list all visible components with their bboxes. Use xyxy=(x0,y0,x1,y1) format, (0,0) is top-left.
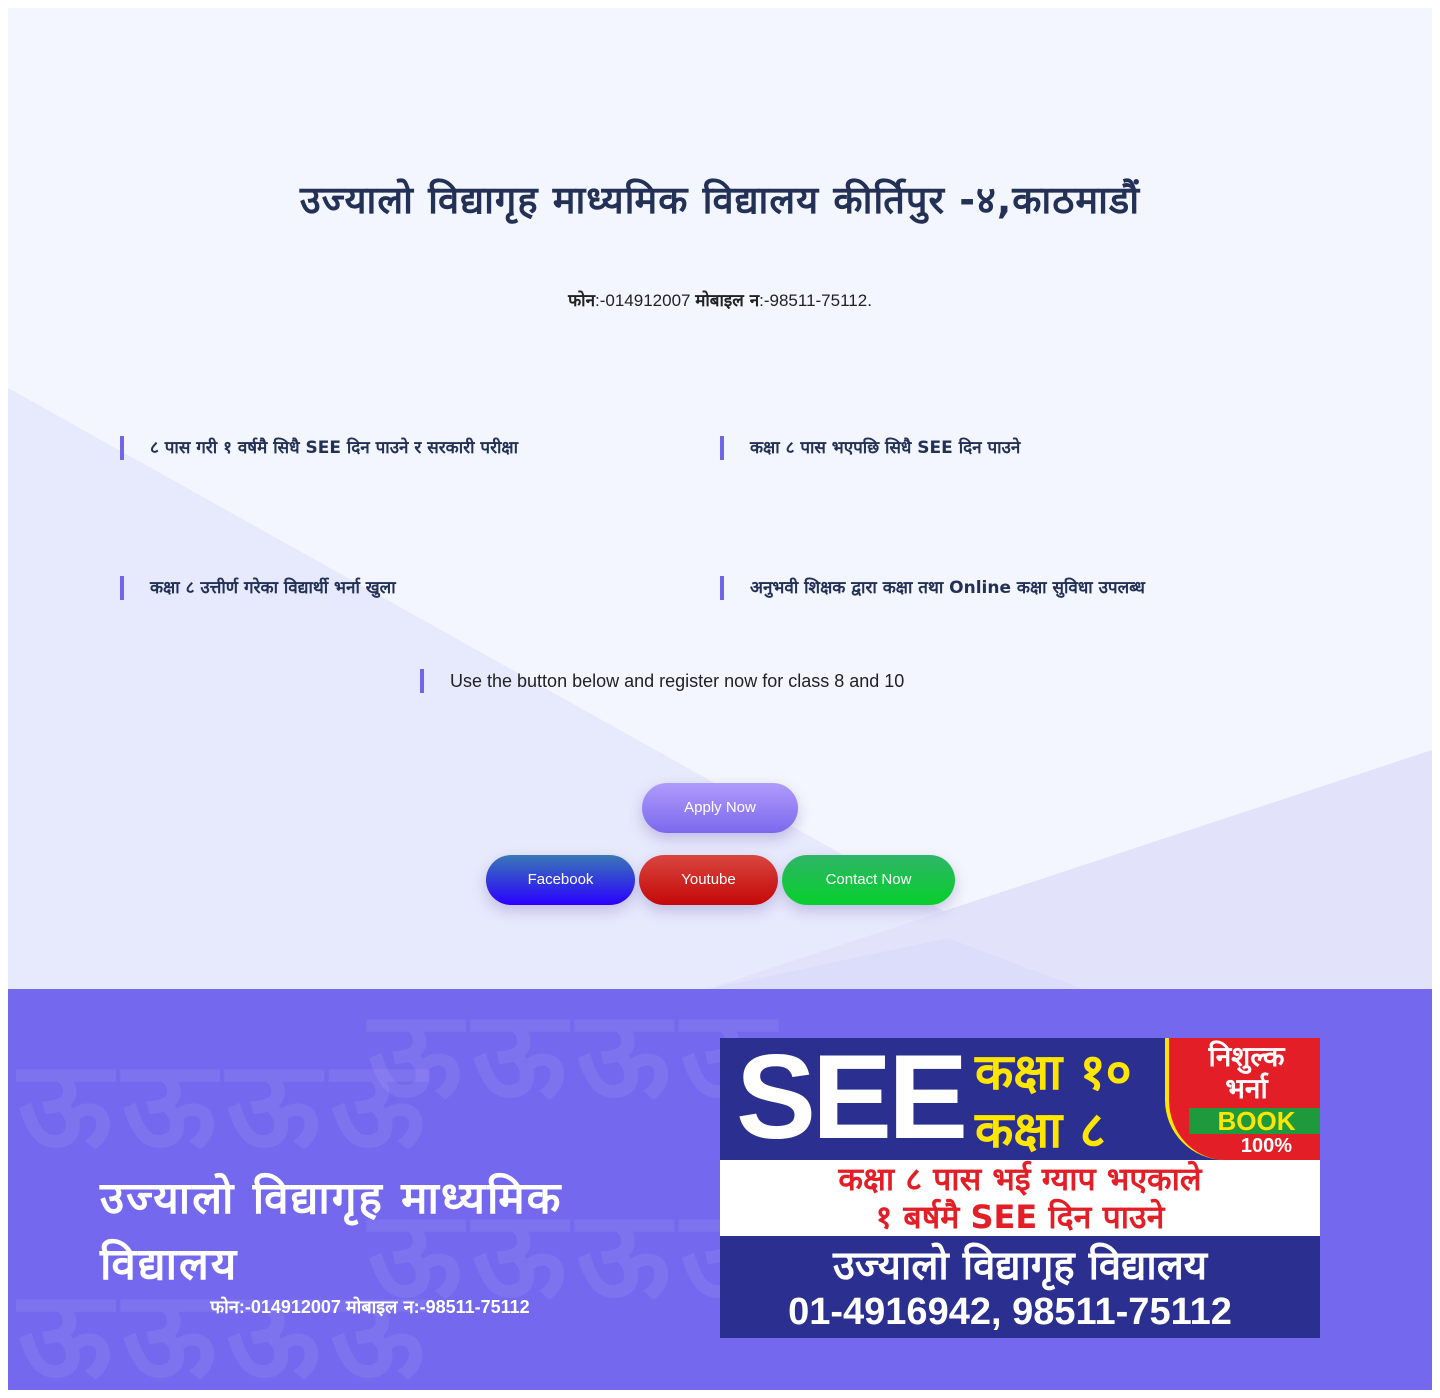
hero-background-shapes xyxy=(8,388,1432,989)
page: उज्यालो विद्यागृह माध्यमिक विद्यालय कीर्… xyxy=(8,8,1432,1390)
banner-free-admission-badge: निशुल्क भर्ना BOOK 100% xyxy=(1165,1038,1320,1160)
phone-number: :-014912007 xyxy=(238,1297,346,1317)
contact-now-button[interactable]: Contact Now xyxy=(782,855,955,905)
banner-see-text: SEE xyxy=(736,1038,968,1164)
hero-title: उज्यालो विद्यागृह माध्यमिक विद्यालय कीर्… xyxy=(299,178,1141,223)
hero-section: उज्यालो विद्यागृह माध्यमिक विद्यालय कीर्… xyxy=(8,8,1432,989)
mobile-label: मोबाइल न xyxy=(695,291,760,311)
mobile-number: :-98511-75112. xyxy=(759,291,872,310)
feature-item: ८ पास गरी १ वर्षमै सिधै SEE दिन पाउने र … xyxy=(120,436,650,460)
phone-label: फोन xyxy=(210,1297,239,1318)
banner-line1: कक्षा ८ पास भई ग्याप भएकाले xyxy=(838,1160,1202,1198)
banner-admission-text: भर्ना xyxy=(1225,1072,1268,1105)
phone-label: फोन xyxy=(568,291,596,311)
facebook-button[interactable]: Facebook xyxy=(486,855,635,905)
register-note: Use the button below and register now fo… xyxy=(420,669,904,693)
see-admission-banner: SEE कक्षा १० कक्षा ८ निशुल्क भर्ना BOOK … xyxy=(720,1038,1320,1338)
mobile-number: :-98511-75112 xyxy=(413,1297,530,1317)
banner-free-text: निशुल्क xyxy=(1208,1040,1285,1073)
hero-contact-info: फोन:-014912007 मोबाइल न:-98511-75112. xyxy=(8,288,1432,311)
youtube-button[interactable]: Youtube xyxy=(639,855,778,905)
banner-class8-text: कक्षा ८ xyxy=(975,1101,1106,1159)
banner-book-text: BOOK xyxy=(1189,1108,1320,1134)
phone-number: :-014912007 xyxy=(595,291,696,310)
school-info-section: ऊऊऊऊ ऊऊऊऊ ऊऊऊऊ ऊऊऊऊ उज्यालो विद्यागृह मा… xyxy=(8,989,1432,1390)
banner-phone-numbers: 01-4916942, 98511-75112 xyxy=(788,1291,1232,1333)
school-name-heading: उज्यालो विद्यागृह माध्यमिक विद्यालय xyxy=(100,1172,563,1290)
apply-now-button[interactable]: Apply Now xyxy=(642,783,798,833)
feature-item: कक्षा ८ पास भएपछि सिधै SEE दिन पाउने xyxy=(720,436,1270,460)
feature-item: अनुभवी शिक्षक द्वारा कक्षा तथा Online कक… xyxy=(720,576,1270,600)
banner-class10-text: कक्षा १० xyxy=(975,1043,1132,1101)
banner-line2: १ बर्षमै SEE दिन पाउने xyxy=(875,1198,1165,1236)
banner-percent-text: 100% xyxy=(1240,1135,1293,1157)
banner-school-name: उज्यालो विद्यागृह विद्यालय xyxy=(832,1243,1208,1289)
mobile-label: मोबाइल न xyxy=(345,1297,414,1318)
feature-item: कक्षा ८ उत्तीर्ण गरेका विद्यार्थी भर्ना … xyxy=(120,576,650,600)
school-contact-info: फोन:-014912007 मोबाइल न:-98511-75112 xyxy=(100,1295,640,1319)
